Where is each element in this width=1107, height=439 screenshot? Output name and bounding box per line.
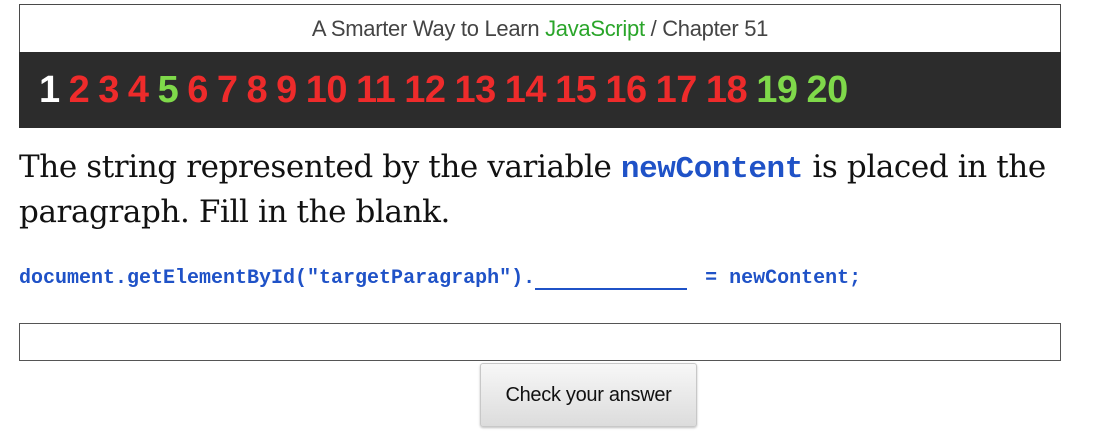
exercise-link-13[interactable]: 13 bbox=[455, 69, 497, 112]
exercise-link-12[interactable]: 12 bbox=[404, 69, 446, 112]
exercise-link-6[interactable]: 6 bbox=[187, 69, 208, 112]
exercise-link-18[interactable]: 18 bbox=[706, 69, 748, 112]
code-line: document.getElementById("targetParagraph… bbox=[19, 266, 861, 290]
exercise-link-8[interactable]: 8 bbox=[246, 69, 267, 112]
exercise-link-20[interactable]: 20 bbox=[806, 69, 848, 112]
check-answer-button[interactable]: Check your answer bbox=[480, 363, 697, 427]
exercise-link-10[interactable]: 10 bbox=[306, 69, 348, 112]
question-before: The string represented by the variable bbox=[19, 149, 621, 185]
exercise-link-2[interactable]: 2 bbox=[69, 69, 90, 112]
exercise-navigation: 1 2 3 4 5 6 7 8 9 10 11 12 13 14 15 16 17 18 19 20 bbox=[19, 52, 1061, 128]
exercise-link-7[interactable]: 7 bbox=[217, 69, 238, 112]
exercise-link-11[interactable]: 11 bbox=[356, 69, 396, 112]
exercise-link-9[interactable]: 9 bbox=[276, 69, 297, 112]
question-text: The string represented by the variable n… bbox=[19, 146, 1099, 234]
header-brand: JavaScript bbox=[545, 15, 645, 41]
header-chapter: / Chapter 51 bbox=[644, 15, 769, 41]
exercise-link-16[interactable]: 16 bbox=[605, 69, 647, 112]
exercise-link-3[interactable]: 3 bbox=[98, 69, 119, 112]
code-blank bbox=[535, 266, 688, 290]
exercise-link-5[interactable]: 5 bbox=[158, 69, 179, 112]
code-after: = newContent; bbox=[693, 267, 862, 290]
exercise-link-4[interactable]: 4 bbox=[128, 69, 149, 112]
code-before: document.getElementById("targetParagraph… bbox=[19, 267, 536, 290]
answer-input[interactable] bbox=[19, 323, 1061, 361]
exercise-link-14[interactable]: 14 bbox=[505, 69, 547, 112]
exercise-link-17[interactable]: 17 bbox=[656, 69, 698, 112]
header-prefix: A Smarter Way to Learn bbox=[311, 15, 546, 41]
exercise-link-19[interactable]: 19 bbox=[756, 69, 798, 112]
exercise-link-1[interactable]: 1 bbox=[39, 69, 60, 112]
chapter-header: A Smarter Way to Learn JavaScript / Chap… bbox=[19, 4, 1061, 52]
exercise-link-15[interactable]: 15 bbox=[555, 69, 597, 112]
question-code: newContent bbox=[620, 152, 803, 187]
